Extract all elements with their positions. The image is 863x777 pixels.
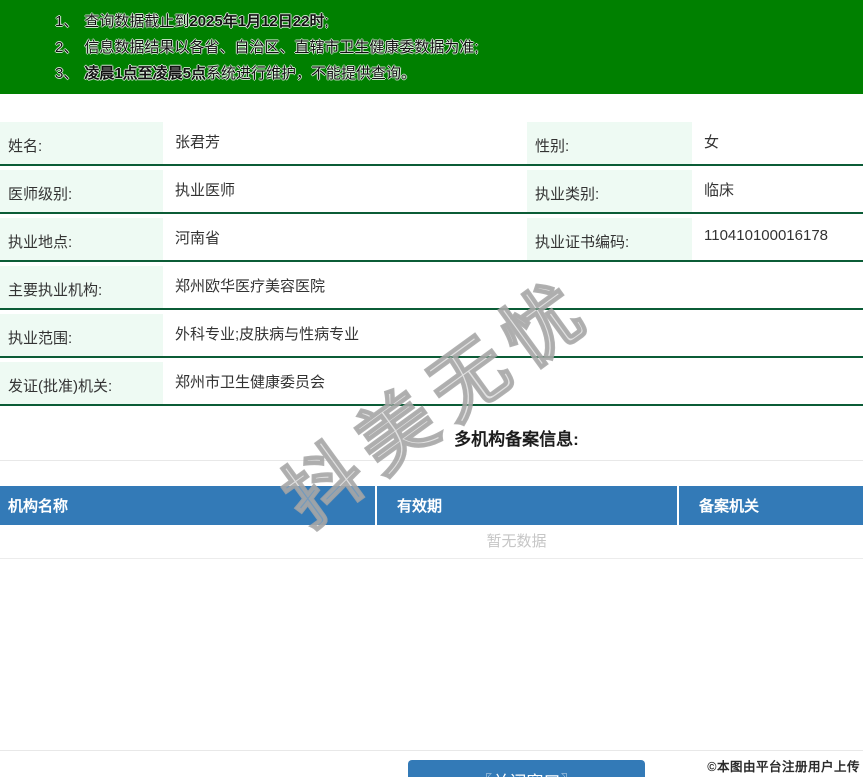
notice-item-1: 1、 查询数据截止到2025年1月12日22时;: [55, 9, 853, 35]
filing-table-empty-state: 暂无数据: [0, 525, 863, 559]
field-label-doctor-level: 医师级别:: [0, 170, 163, 212]
info-row-issuing-authority: 发证(批准)机关: 郑州市卫生健康委员会: [0, 358, 863, 406]
field-value-gender: 女: [704, 134, 720, 151]
filing-table-header: 机构名称 有效期 备案机关: [0, 486, 863, 525]
notice-item-2: 2、 信息数据结果以各省、自治区、直辖市卫生健康委数据为准;: [55, 35, 853, 61]
uploader-watermark-note: ©本图由平台注册用户上传: [707, 760, 860, 774]
notice-text: 系统进行维护，不能提供查询。: [206, 65, 417, 82]
field-value-practice-scope: 外科专业;皮肤病与性病专业: [175, 326, 360, 343]
blank-area: [0, 559, 863, 750]
notice-banner: 1、 查询数据截止到2025年1月12日22时; 2、 信息数据结果以各省、自治区、…: [0, 0, 863, 94]
field-value-practice-location: 河南省: [175, 230, 221, 247]
field-label-practice-scope: 执业范围:: [0, 314, 163, 356]
field-value-main-institution: 郑州欧华医疗美容医院: [175, 278, 326, 295]
notice-list: 1、 查询数据截止到2025年1月12日22时; 2、 信息数据结果以各省、自治区、…: [55, 9, 853, 87]
field-value-doctor-level: 执业医师: [175, 182, 236, 199]
field-label-issuing-authority: 发证(批准)机关:: [0, 362, 163, 404]
field-value-issuing-authority: 郑州市卫生健康委员会: [175, 374, 326, 391]
info-row-practice-scope: 执业范围: 外科专业;皮肤病与性病专业: [0, 310, 863, 358]
field-label-name: 姓名:: [0, 122, 163, 164]
notice-item-3: 3、 凌晨1点至凌晨5点系统进行维护，不能提供查询。: [55, 61, 853, 87]
info-row-level-category: 医师级别: 执业医师 执业类别: 临床: [0, 166, 863, 214]
field-value-name: 张君芳: [175, 134, 221, 151]
field-label-main-institution: 主要执业机构:: [0, 266, 163, 308]
info-row-name-gender: 姓名: 张君芳 性别: 女: [0, 118, 863, 166]
notice-text-bold: 凌晨1点至凌晨5点: [84, 65, 207, 82]
notice-text-bold: 2025年1月12日22时: [189, 13, 325, 30]
info-row-main-institution: 主要执业机构: 郑州欧华医疗美容医院: [0, 262, 863, 310]
doctor-info-table: 姓名: 张君芳 性别: 女 医师级别: 执业医师 执业类别: 临床 执业地点: …: [0, 118, 863, 406]
notice-number: 1、: [55, 13, 79, 30]
info-row-location-certno: 执业地点: 河南省 执业证书编码: 110410100016178: [0, 214, 863, 262]
field-label-practice-location: 执业地点:: [0, 218, 163, 260]
field-label-certificate-number: 执业证书编码:: [527, 218, 692, 260]
notice-number: 2、: [55, 39, 79, 56]
notice-text: 查询数据截止到: [84, 13, 190, 30]
field-value-practice-category: 临床: [704, 182, 735, 199]
notice-text: ;: [324, 13, 329, 30]
field-label-practice-category: 执业类别:: [527, 170, 692, 212]
column-header-institution-name: 机构名称: [8, 498, 69, 515]
field-value-certificate-number: 110410100016178: [704, 227, 829, 244]
close-window-button[interactable]: 〖关闭窗口〗: [408, 760, 645, 777]
column-header-filing-authority: 备案机关: [677, 486, 863, 525]
notice-number: 3、: [55, 65, 79, 82]
filing-section-title: 多机构备案信息:: [0, 406, 863, 461]
column-header-validity-period: 有效期: [375, 486, 677, 525]
notice-text: 信息数据结果以各省、自治区、直辖市卫生健康委数据为准;: [84, 39, 479, 56]
field-label-gender: 性别:: [527, 122, 692, 164]
